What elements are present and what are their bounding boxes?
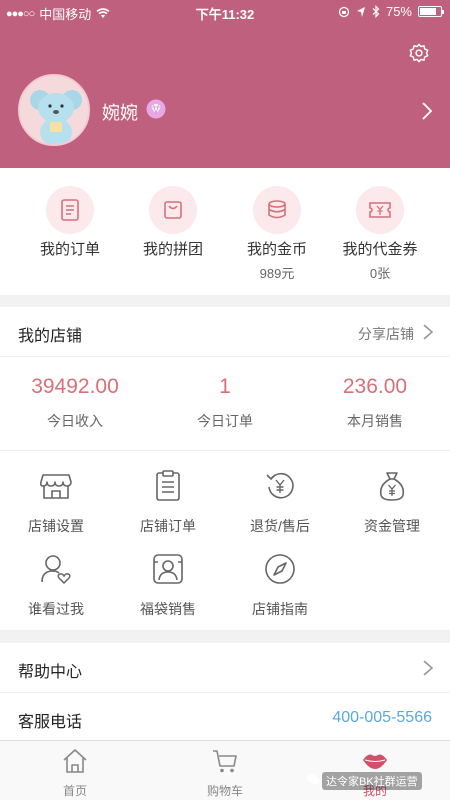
stat-label: 今日收入: [47, 413, 103, 429]
status-bar: ●●●○○ 中国移动 下午11:32 75%: [0, 0, 450, 24]
tool-label: 资金管理: [364, 518, 420, 534]
watermark: 达令家BK社群运营: [322, 772, 422, 790]
my-group-buy-button[interactable]: 我的拼团: [117, 186, 229, 259]
quick-label: 我的代金券: [342, 241, 418, 258]
customer-service-title: 客服电话: [18, 714, 83, 731]
stat-today-income[interactable]: 39492.00 今日收入: [0, 375, 150, 431]
refund-icon: [266, 472, 294, 499]
coins-value: 989元: [259, 266, 295, 281]
home-icon: [63, 749, 87, 773]
lucky-bag-icon: [153, 554, 183, 584]
fund-management-button[interactable]: 资金管理: [336, 469, 448, 536]
koala-avatar-icon: [20, 76, 88, 144]
avatar[interactable]: [18, 74, 90, 146]
tab-label: 首页: [62, 784, 87, 798]
coins-icon: [268, 200, 286, 219]
tool-label: 谁看过我: [28, 601, 84, 617]
stat-today-orders[interactable]: 1 今日订单: [150, 375, 300, 431]
shop-title: 我的店铺: [18, 328, 83, 345]
store-guide-button[interactable]: 店铺指南: [224, 552, 336, 619]
store-orders-button[interactable]: 店铺订单: [112, 469, 224, 536]
wechat-icon: [306, 774, 320, 784]
tool-label: 店铺设置: [28, 518, 84, 534]
stat-label: 今日订单: [197, 413, 253, 429]
order-list-icon: [61, 199, 79, 221]
quick-label: 我的金币: [246, 241, 307, 258]
my-orders-button[interactable]: 我的订单: [14, 186, 126, 259]
lucky-bag-sales-button[interactable]: 福袋销售: [112, 552, 224, 619]
bluetooth-icon: [372, 5, 380, 18]
quick-actions: 我的订单 我的拼团 我的金币 989元 我的代金券 0张: [0, 168, 450, 295]
quick-label: 我的订单: [39, 241, 100, 258]
clipboard-icon: [156, 470, 180, 501]
phone-link[interactable]: 400-005-5566: [332, 709, 432, 727]
compass-icon: [265, 554, 295, 584]
my-vouchers-button[interactable]: 我的代金券 0张: [324, 186, 436, 282]
tab-cart[interactable]: 购物车: [169, 747, 281, 799]
tool-label: 店铺指南: [252, 601, 308, 617]
voucher-icon: [369, 202, 391, 218]
customer-service-row: 客服电话 400-005-5566: [0, 693, 450, 740]
shop-stats: 39492.00 今日收入 1 今日订单 236.00 本月销售: [0, 357, 450, 451]
tab-bar: 首页 购物车 我的: [0, 740, 450, 800]
help-center-title: 帮助中心: [18, 664, 83, 681]
battery-icon: [418, 6, 444, 17]
tab-home[interactable]: 首页: [19, 747, 131, 799]
username[interactable]: 婉婉: [102, 99, 138, 125]
tool-label: 店铺订单: [140, 518, 196, 534]
tool-label: 福袋销售: [140, 601, 196, 617]
gear-icon[interactable]: [408, 42, 430, 64]
stat-label: 本月销售: [347, 413, 403, 429]
money-bag-icon: [379, 472, 405, 501]
store-icon: [39, 474, 72, 499]
shop-header: 我的店铺 分享店铺: [0, 307, 450, 357]
cart-icon: [213, 750, 237, 773]
lips-icon: [363, 754, 387, 769]
vouchers-value: 0张: [369, 266, 391, 281]
profile-header: ●●●○○ 中国移动 下午11:32 75% 婉婉: [0, 0, 450, 168]
stat-month-sales[interactable]: 236.00 本月销售: [300, 375, 450, 431]
returns-button[interactable]: 退货/售后: [224, 469, 336, 536]
diamond-vip-icon: [146, 99, 166, 119]
chevron-right-icon[interactable]: [422, 323, 434, 341]
tab-label: 购物车: [206, 784, 243, 798]
visitor-icon: [41, 555, 71, 585]
lock-rotation-icon: [338, 6, 350, 17]
my-shop-section: 我的店铺 分享店铺 39492.00 今日收入 1 今日订单 236.00 本月…: [0, 307, 450, 630]
chevron-right-icon: [423, 660, 434, 676]
shopping-bag-icon: [164, 201, 182, 219]
visitors-button[interactable]: 谁看过我: [0, 552, 112, 619]
stat-value: 1: [219, 375, 231, 398]
tool-label: 退货/售后: [250, 518, 310, 534]
stat-value: 39492.00: [31, 375, 119, 398]
quick-label: 我的拼团: [142, 241, 203, 258]
help-center-row[interactable]: 帮助中心: [0, 643, 450, 693]
location-icon: [356, 6, 365, 17]
my-coins-button[interactable]: 我的金币 989元: [221, 186, 333, 282]
share-shop-link[interactable]: 分享店铺: [358, 324, 414, 344]
stat-value: 236.00: [342, 375, 408, 398]
store-settings-button[interactable]: 店铺设置: [0, 469, 112, 536]
chevron-right-icon[interactable]: [420, 101, 434, 121]
battery-percent: 75%: [385, 4, 412, 19]
